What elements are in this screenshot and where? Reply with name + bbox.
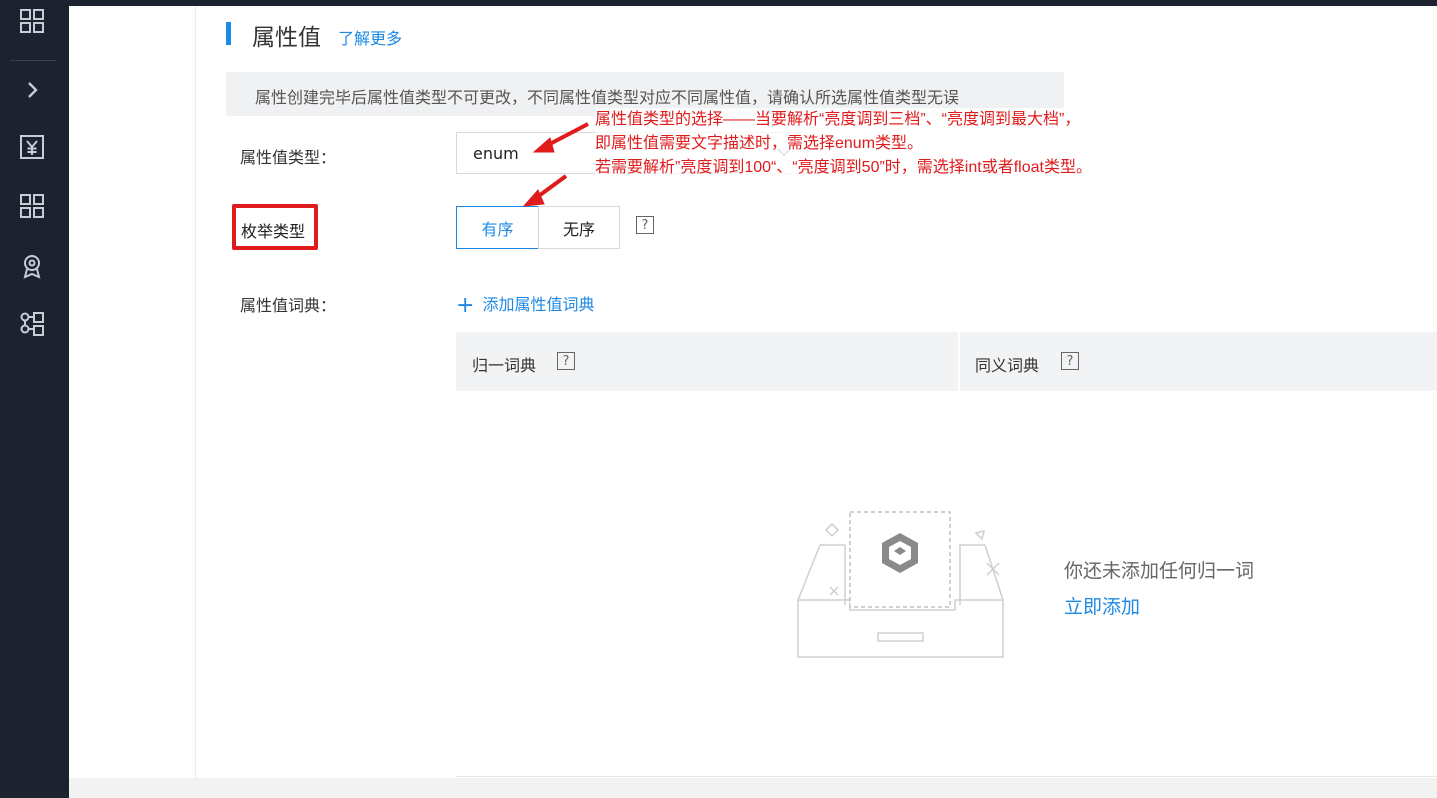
sidebar — [0, 0, 69, 798]
column-label: 同义词典 — [975, 356, 1040, 375]
add-dict-button[interactable]: + 添加属性值词典 — [456, 291, 594, 318]
plus-icon: + — [456, 293, 475, 318]
enum-type-highlight: 枚举类型 — [232, 204, 318, 250]
flow-icon[interactable] — [17, 309, 47, 339]
help-icon[interactable]: ? — [557, 352, 575, 370]
annotation-line: 即属性值需要文字描述时，需选择enum类型。 — [595, 132, 1092, 156]
annotation-line: 属性值类型的选择——当要解析“亮度调到三档”、“亮度调到最大档”， — [595, 108, 1092, 132]
sidebar-divider — [10, 60, 56, 61]
empty-state-text: 你还未添加任何归一词 — [1064, 560, 1255, 582]
learn-more-link[interactable]: 了解更多 — [338, 25, 402, 49]
yuan-icon[interactable] — [17, 132, 47, 162]
column-header-normalize: 归一词典 — [472, 352, 536, 376]
help-icon[interactable]: ? — [1061, 352, 1079, 370]
column-label: 归一词典 — [472, 356, 537, 375]
value-type-label: 属性值类型： — [240, 148, 337, 167]
secondary-panel — [69, 6, 196, 798]
table-bottom-border — [456, 776, 1437, 777]
column-divider — [958, 332, 960, 391]
column-header-synonym: 同义词典 — [975, 352, 1039, 376]
enum-type-label: 枚举类型 — [241, 222, 306, 241]
title-accent-bar — [226, 22, 231, 45]
help-icon[interactable]: ? — [636, 216, 654, 234]
add-now-link[interactable]: 立即添加 — [1064, 592, 1140, 619]
annotation-line: 若需要解析”亮度调到100“、“亮度调到50”时，需选择int或者float类型… — [595, 156, 1092, 180]
page-title: 属性值 — [252, 25, 321, 51]
annotation-note: 属性值类型的选择——当要解析“亮度调到三档”、“亮度调到最大档”， 即属性值需要… — [595, 108, 1092, 180]
grid-icon[interactable] — [17, 6, 47, 36]
dict-label: 属性值词典： — [240, 296, 337, 315]
notice-text: 属性创建完毕后属性值类型不可更改，不同属性值类型对应不同属性值，请确认所选属性值… — [255, 88, 960, 107]
empty-box-illustration — [797, 511, 1004, 658]
value-type-value: enum — [473, 144, 519, 163]
badge-icon[interactable] — [17, 251, 47, 281]
grid-icon[interactable] — [17, 191, 47, 221]
chevron-right-icon[interactable] — [17, 75, 47, 105]
add-dict-label: 添加属性值词典 — [482, 295, 595, 314]
bottom-bar — [69, 778, 1437, 798]
dict-table-header: 归一词典 ? 同义词典 ? — [456, 332, 1437, 391]
